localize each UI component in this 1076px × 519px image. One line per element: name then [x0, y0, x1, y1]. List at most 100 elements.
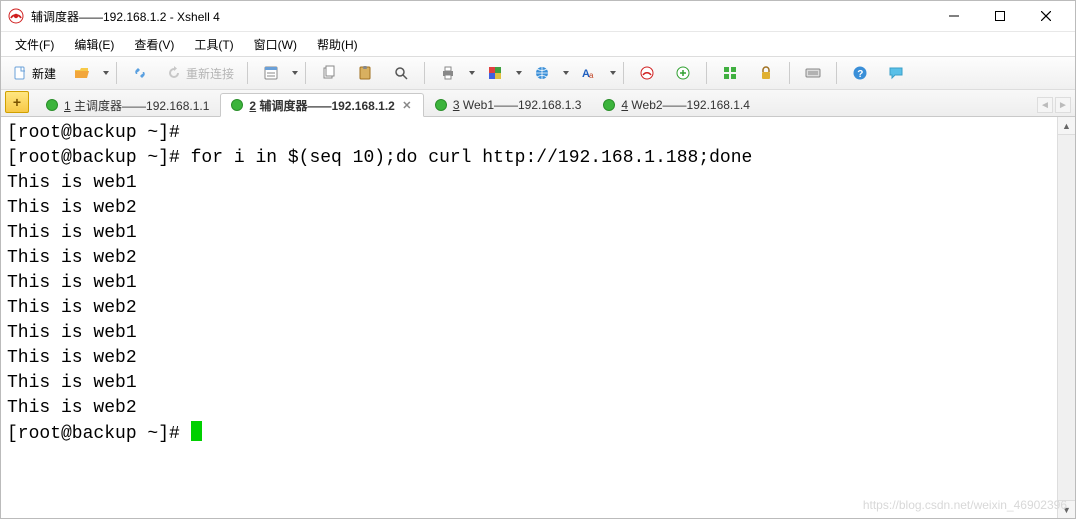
open-dropdown[interactable] — [102, 71, 110, 75]
session-tab-2[interactable]: 2 辅调度器——192.168.1.2 ✕ — [220, 93, 423, 117]
color-scheme-dropdown[interactable] — [515, 71, 523, 75]
session-tab-3[interactable]: 3 Web1——192.168.1.3 — [424, 93, 593, 116]
xftp-icon — [675, 65, 691, 81]
paste-button[interactable] — [348, 60, 382, 86]
scroll-down-button[interactable]: ▼ — [1058, 500, 1075, 518]
globe-icon — [534, 65, 550, 81]
xftp-launch-button[interactable] — [666, 60, 700, 86]
svg-text:a: a — [589, 71, 594, 80]
toolbar-separator — [836, 62, 837, 84]
properties-dropdown[interactable] — [291, 71, 299, 75]
reconnect-button[interactable]: 重新连接 — [159, 60, 241, 86]
terminal-line: This is web1 — [7, 373, 137, 393]
copy-button[interactable] — [312, 60, 346, 86]
terminal-prompt: [root@backup ~]# — [7, 424, 191, 444]
cursor-icon — [191, 421, 202, 441]
feedback-button[interactable] — [879, 60, 913, 86]
menu-view[interactable]: 查看(V) — [124, 34, 184, 55]
session-tab-1[interactable]: 1 主调度器——192.168.1.1 — [35, 93, 220, 116]
properties-icon — [263, 65, 279, 81]
keyboard-icon — [805, 65, 821, 81]
svg-text:?: ? — [857, 69, 863, 80]
tab-nav-arrows: ◄ ► — [1037, 97, 1075, 116]
printer-icon — [440, 65, 456, 81]
search-icon — [393, 65, 409, 81]
tab-scroll-left[interactable]: ◄ — [1037, 97, 1053, 113]
toolbar-separator — [424, 62, 425, 84]
scroll-track[interactable] — [1058, 135, 1075, 500]
terminal-line: This is web2 — [7, 248, 137, 268]
menu-help[interactable]: 帮助(H) — [307, 34, 368, 55]
xshell-launch-button[interactable] — [630, 60, 664, 86]
terminal-line: This is web2 — [7, 348, 137, 368]
add-tab-button[interactable]: + — [5, 91, 29, 113]
paste-icon — [357, 65, 373, 81]
copy-icon — [321, 65, 337, 81]
keyboard-button[interactable] — [796, 60, 830, 86]
web-dropdown[interactable] — [562, 71, 570, 75]
menu-window[interactable]: 窗口(W) — [244, 34, 307, 55]
menu-edit[interactable]: 编辑(E) — [64, 34, 124, 55]
font-icon: Aa — [581, 65, 597, 81]
terminal-line: This is web2 — [7, 298, 137, 318]
app-icon — [7, 7, 25, 25]
session-tab-4[interactable]: 4 Web2——192.168.1.4 — [592, 93, 761, 116]
font-button[interactable]: Aa — [572, 60, 606, 86]
terminal-area: [root@backup ~]# [root@backup ~]# for i … — [1, 117, 1075, 518]
help-icon: ? — [852, 65, 868, 81]
app-window: 辅调度器——192.168.1.2 - Xshell 4 文件(F) 编辑(E)… — [0, 0, 1076, 519]
close-button[interactable] — [1023, 1, 1069, 31]
tab-scroll-right[interactable]: ► — [1055, 97, 1071, 113]
menu-file[interactable]: 文件(F) — [5, 34, 64, 55]
lock-icon — [758, 65, 774, 81]
terminal[interactable]: [root@backup ~]# [root@backup ~]# for i … — [1, 117, 1057, 518]
toolbar-separator — [116, 62, 117, 84]
terminal-line: [root@backup ~]# for i in $(seq 10);do c… — [7, 148, 752, 168]
terminal-line: [root@backup ~]# — [7, 123, 191, 143]
tab-label: 2 辅调度器——192.168.1.2 — [249, 97, 394, 114]
link-icon — [132, 65, 148, 81]
properties-button[interactable] — [254, 60, 288, 86]
web-button[interactable] — [525, 60, 559, 86]
scroll-up-button[interactable]: ▲ — [1058, 117, 1075, 135]
toolbar-separator — [305, 62, 306, 84]
print-dropdown[interactable] — [468, 71, 476, 75]
font-dropdown[interactable] — [609, 71, 617, 75]
print-button[interactable] — [431, 60, 465, 86]
speech-bubble-icon — [888, 65, 904, 81]
terminal-line: This is web1 — [7, 173, 137, 193]
toolbar-separator — [789, 62, 790, 84]
help-button[interactable]: ? — [843, 60, 877, 86]
terminal-line: This is web1 — [7, 223, 137, 243]
new-button[interactable]: 新建 — [5, 60, 63, 86]
status-dot-icon — [46, 99, 58, 111]
lock-button[interactable] — [749, 60, 783, 86]
find-button[interactable] — [384, 60, 418, 86]
toolbar-separator — [623, 62, 624, 84]
minimize-button[interactable] — [931, 1, 977, 31]
xshell-icon — [639, 65, 655, 81]
window-title: 辅调度器——192.168.1.2 - Xshell 4 — [31, 8, 220, 25]
menu-tools[interactable]: 工具(T) — [184, 34, 243, 55]
open-button[interactable] — [65, 60, 99, 86]
toolbar-separator — [247, 62, 248, 84]
tile-button[interactable] — [713, 60, 747, 86]
terminal-line: This is web1 — [7, 323, 137, 343]
tab-label: 1 主调度器——192.168.1.1 — [64, 97, 209, 114]
tile-icon — [722, 65, 738, 81]
status-dot-icon — [435, 99, 447, 111]
tab-close-button[interactable]: ✕ — [401, 99, 413, 111]
terminal-line: This is web2 — [7, 198, 137, 218]
vertical-scrollbar[interactable]: ▲ ▼ — [1057, 117, 1075, 518]
connect-button[interactable] — [123, 60, 157, 86]
color-scheme-icon — [487, 65, 503, 81]
terminal-line: This is web1 — [7, 273, 137, 293]
color-scheme-button[interactable] — [478, 60, 512, 86]
new-file-icon — [12, 65, 28, 81]
new-button-label: 新建 — [32, 65, 56, 82]
status-dot-icon — [231, 99, 243, 111]
toolbar: 新建 重新连接 — [1, 56, 1075, 90]
toolbar-separator — [706, 62, 707, 84]
maximize-button[interactable] — [977, 1, 1023, 31]
folder-open-icon — [74, 65, 90, 81]
